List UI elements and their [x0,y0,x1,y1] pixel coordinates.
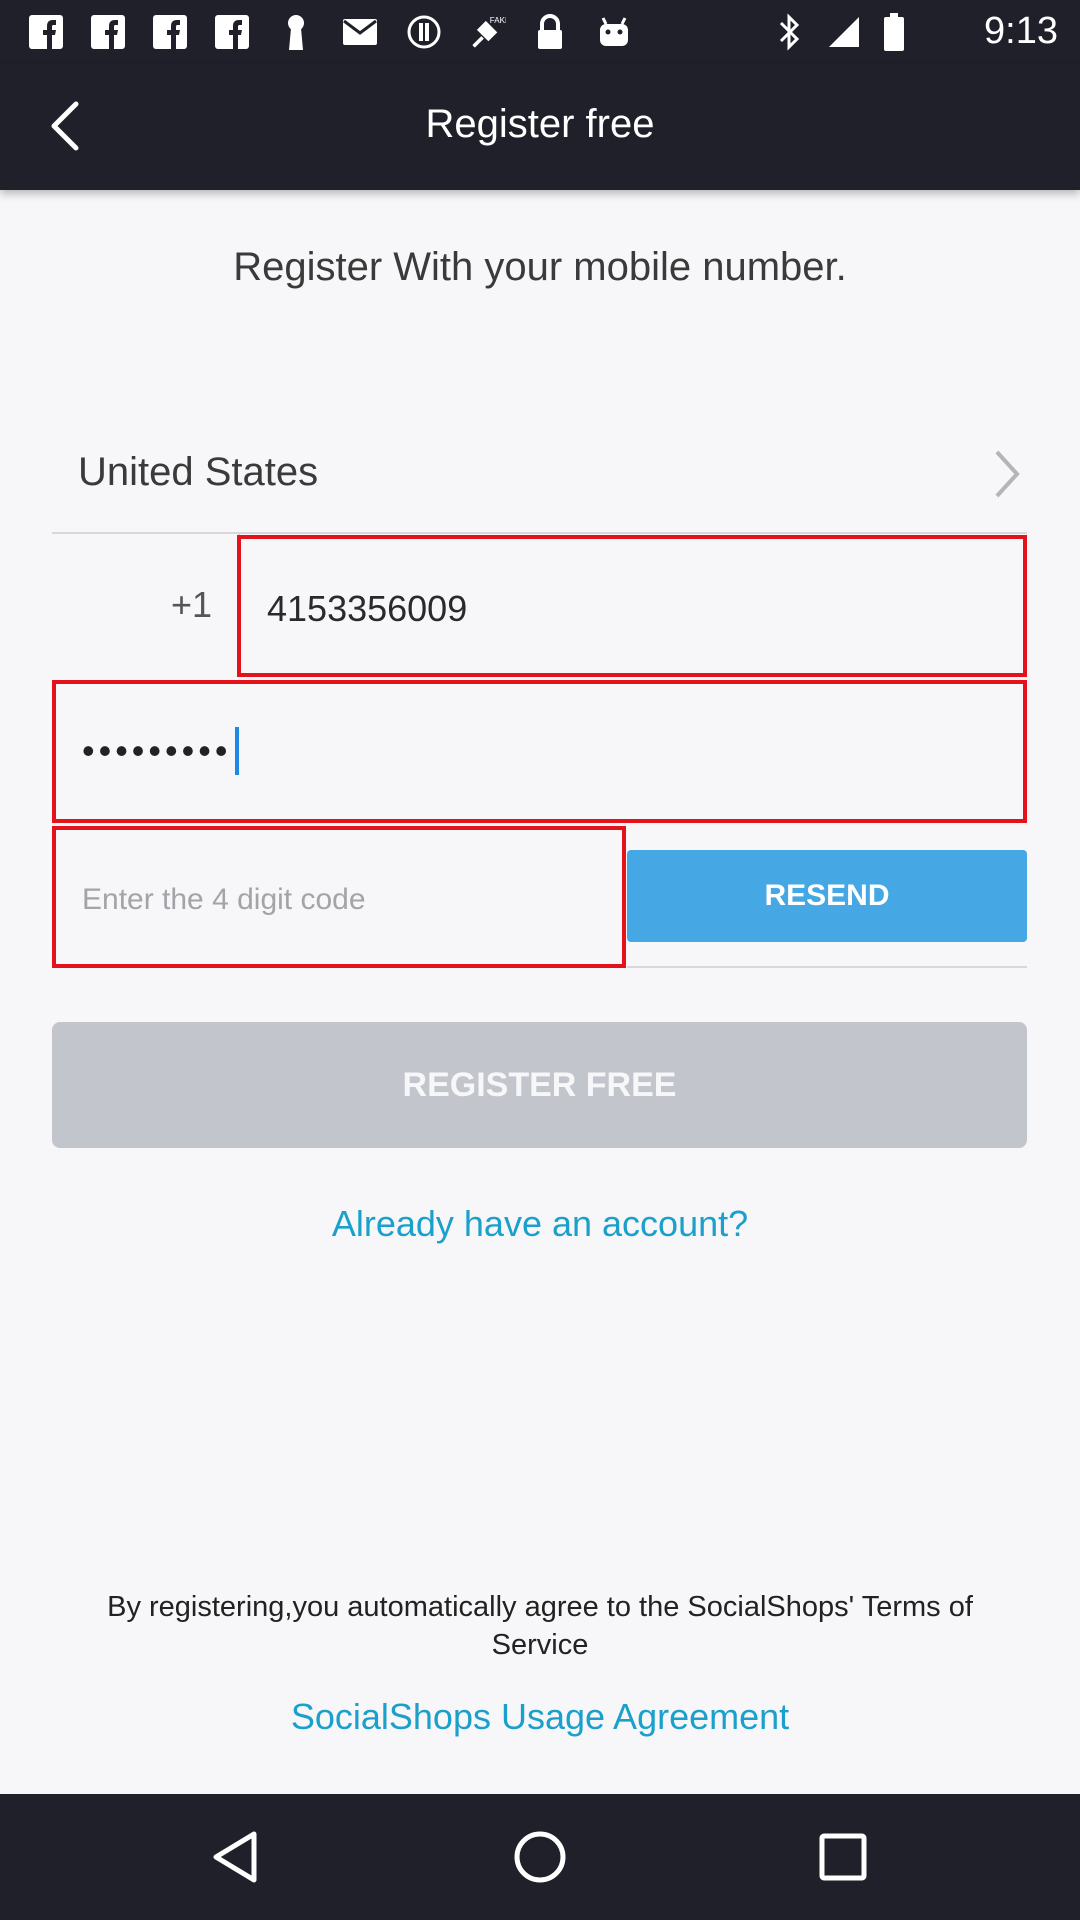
phone-number-value: 4153356009 [267,588,468,629]
phone-number-input[interactable]: 4153356009 [237,535,1027,677]
svg-text:FAKE: FAKE [490,16,506,25]
password-field-content: ••••••••• [82,727,240,775]
system-nav-bar [0,1794,1080,1920]
password-mask: ••••••••• [82,730,232,771]
chevron-right-icon [995,450,1020,498]
usage-agreement-link[interactable]: SocialShops Usage Agreement [0,1696,1080,1738]
nav-back-button[interactable] [202,1822,272,1892]
divider [627,966,1027,968]
clock: 9:13 [984,10,1058,52]
password-input[interactable]: ••••••••• [52,680,1027,823]
form-headline: Register With your mobile number. [233,245,847,289]
satellite-fake-gps-icon: FAKE [470,14,506,50]
nav-recents-button[interactable] [808,1822,878,1892]
app-bar: Register free [0,64,1080,190]
verification-code-input[interactable]: Enter the 4 digit code [52,826,626,968]
signal-icon [826,14,862,50]
country-name: United States [78,450,319,494]
resend-button[interactable]: RESEND [627,850,1027,942]
register-button[interactable]: REGISTER FREE [52,1022,1027,1148]
nav-home-button[interactable] [505,1822,575,1892]
home-circle-icon [514,1831,566,1883]
mail-icon [342,14,378,50]
facebook-icon [152,14,188,50]
text-cursor [235,727,240,775]
country-code: +1 [52,534,240,674]
country-code-value: +1 [170,584,212,625]
page-title: Register free [425,102,655,146]
recents-square-icon [819,1833,867,1881]
keyhole-icon [278,14,314,50]
facebook-icon [214,14,250,50]
back-triangle-icon [213,1831,257,1883]
alert-icon [406,14,442,50]
battery-icon [876,13,912,51]
country-selector[interactable]: United States [52,420,1027,534]
register-screen: FAKE 9:13 Register free Register With yo… [0,0,1080,1920]
code-placeholder: Enter the 4 digit code [82,883,366,916]
android-icon [596,14,632,50]
status-bar: FAKE 9:13 [0,0,1080,64]
facebook-icon [90,14,126,50]
lock-icon [532,14,568,50]
facebook-icon [28,14,64,50]
terms-text: By registering,you automatically agree t… [107,1591,973,1661]
bluetooth-icon [772,13,808,51]
login-link[interactable]: Already have an account? [0,1203,1080,1245]
